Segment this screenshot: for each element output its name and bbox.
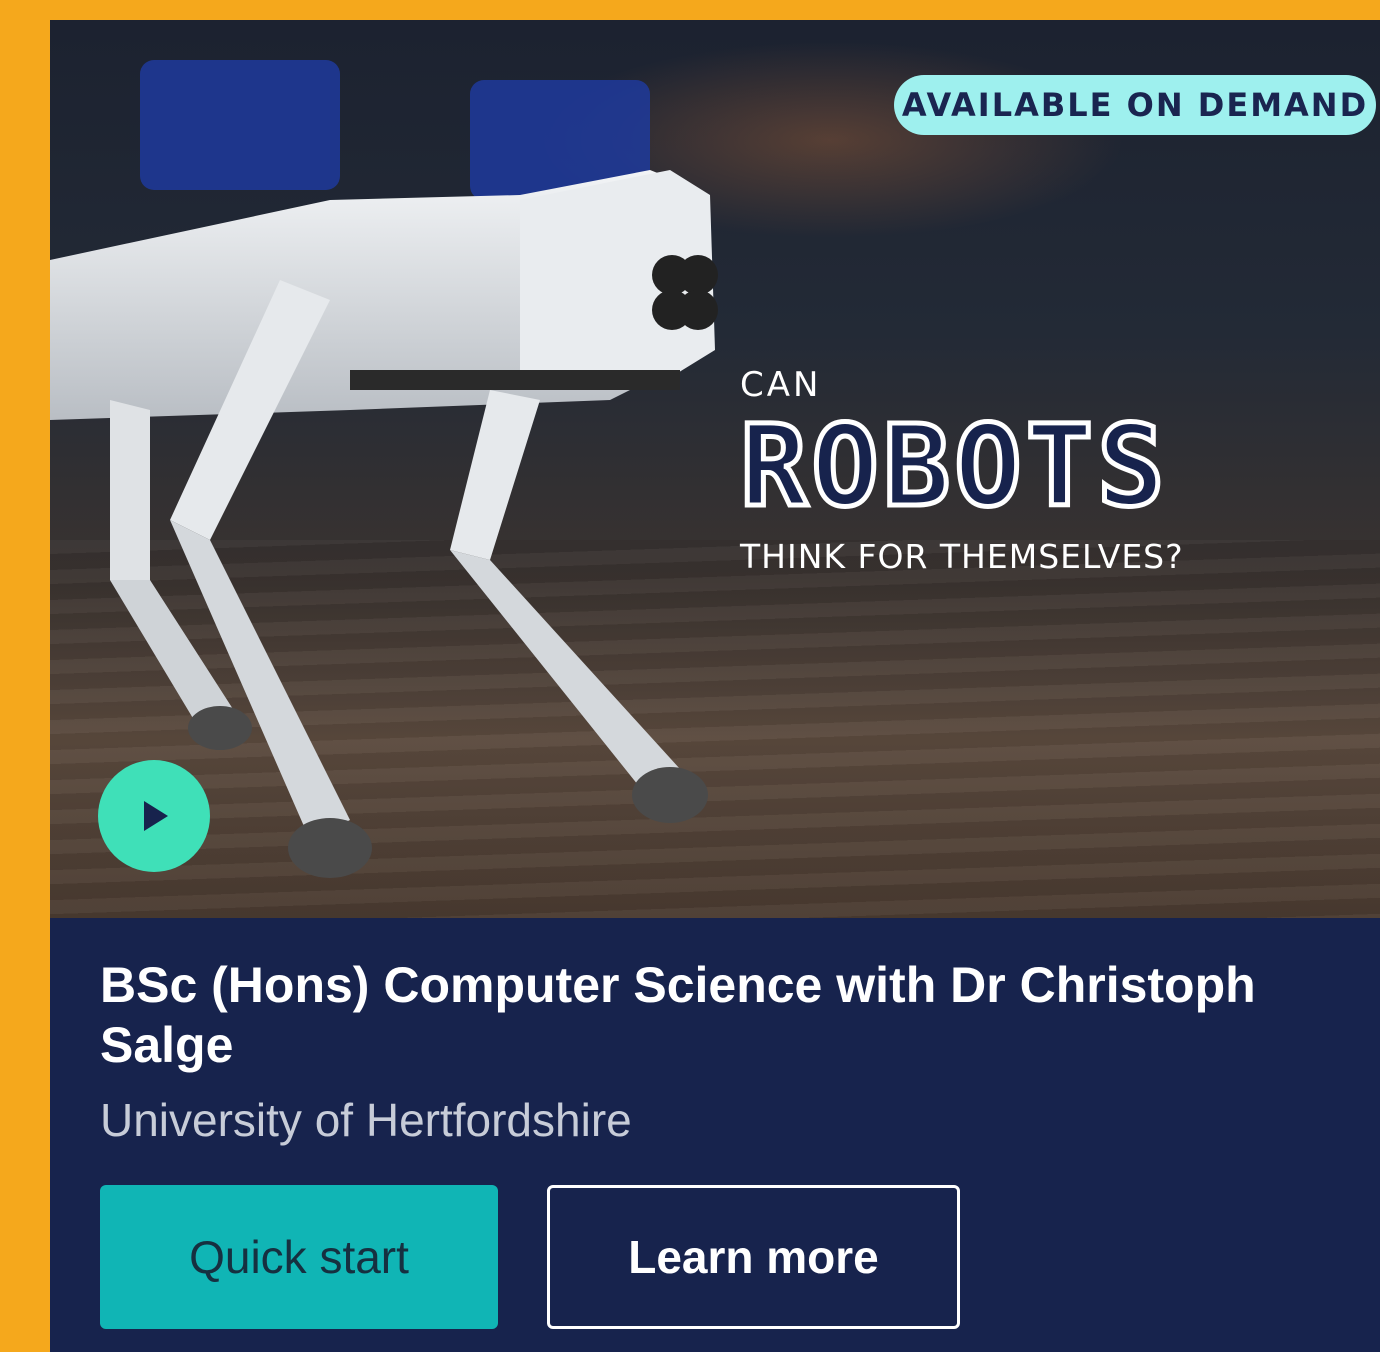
course-provider: University of Hertfordshire [100, 1094, 632, 1146]
headline-line-2: ROBOTS [738, 402, 1169, 532]
headline-line-3: THINK FOR THEMSELVES? [740, 537, 1184, 576]
thumbnail-headline: CAN ROBOTS THINK FOR THEMSELVES? [738, 365, 1360, 576]
video-thumbnail[interactable]: AVAILABLE ON DEMAND CAN ROBOTS THINK FOR… [50, 20, 1380, 918]
learn-more-button[interactable]: Learn more [547, 1185, 960, 1329]
course-title[interactable]: BSc (Hons) Computer Science with Dr Chri… [100, 955, 1340, 1075]
play-button[interactable] [98, 760, 210, 872]
quick-start-button[interactable]: Quick start [100, 1185, 498, 1329]
headline-line-1: CAN [740, 365, 822, 405]
availability-badge: AVAILABLE ON DEMAND [894, 75, 1376, 135]
course-card: AVAILABLE ON DEMAND CAN ROBOTS THINK FOR… [50, 20, 1380, 1352]
course-info: BSc (Hons) Computer Science with Dr Chri… [100, 955, 1340, 1147]
play-icon [144, 801, 168, 831]
